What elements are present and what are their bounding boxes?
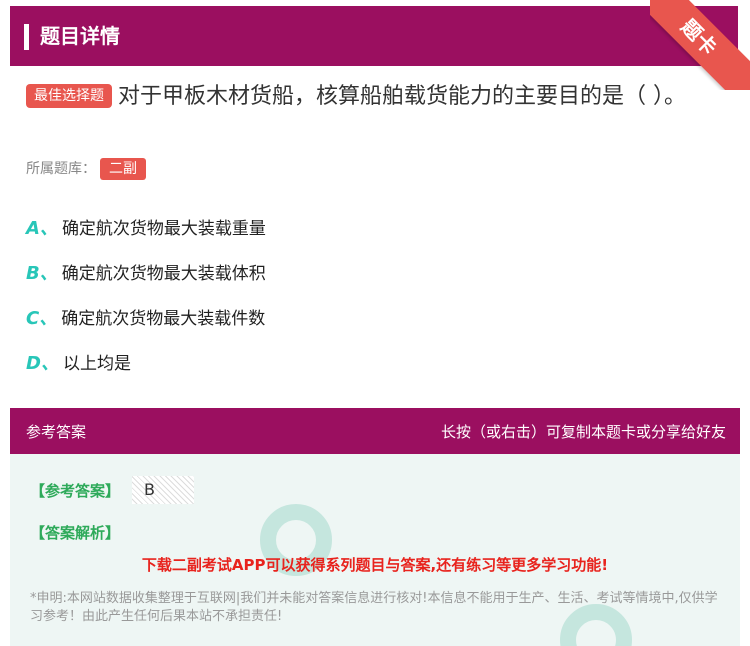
option-b[interactable]: B、 确定航次货物最大装载体积 bbox=[26, 259, 266, 285]
option-text: 确定航次货物最大装载体积 bbox=[61, 264, 266, 284]
bank-tag[interactable]: 二副 bbox=[100, 158, 146, 180]
option-text: 确定航次货物最大装载重量 bbox=[61, 219, 266, 239]
reference-answer-value: B bbox=[132, 476, 194, 504]
option-d[interactable]: D、 以上均是 bbox=[26, 349, 131, 375]
disclaimer-text: *申明:本网站数据收集整理于互联网|我们并未能对答案信息进行核对!本信息不能用于… bbox=[30, 591, 718, 624]
question-type-badge: 最佳选择题 bbox=[26, 84, 112, 108]
reference-answer-label: 【参考答案】 bbox=[30, 482, 121, 500]
answer-section-header: 参考答案 长按（或右击）可复制本题卡或分享给好友 bbox=[10, 408, 740, 454]
question-text: 对于甲板木材货船，核算船舶载货能力的主要目的是（ ）。 bbox=[118, 84, 686, 109]
answer-explanation-label: 【答案解析】 bbox=[30, 524, 121, 542]
app-download-promo[interactable]: 下载二副考试APP可以获得系列题目与答案,还有练习等更多学习功能! bbox=[10, 554, 740, 575]
answer-section-body: 【参考答案】 B 【答案解析】 下载二副考试APP可以获得系列题目与答案,还有练… bbox=[10, 454, 740, 646]
answer-section-title: 参考答案 bbox=[26, 423, 87, 441]
option-letter: B、 bbox=[26, 263, 58, 284]
share-hint: 长按（或右击）可复制本题卡或分享给好友 bbox=[440, 423, 726, 441]
option-text: 确定航次货物最大装载件数 bbox=[61, 309, 266, 329]
option-a[interactable]: A、 确定航次货物最大装载重量 bbox=[26, 214, 266, 240]
option-c[interactable]: C、 确定航次货物最大装载件数 bbox=[26, 304, 265, 330]
ribbon-corner: 题卡 bbox=[650, 0, 750, 90]
option-letter: A、 bbox=[26, 218, 58, 239]
bank-label: 所属题库： bbox=[26, 161, 96, 177]
ribbon-label: 题卡 bbox=[650, 0, 750, 90]
option-letter: D、 bbox=[26, 353, 59, 374]
option-letter: C、 bbox=[26, 308, 58, 329]
question-bank: 所属题库： 二副 bbox=[26, 158, 146, 180]
question-text-block: 最佳选择题 对于甲板木材货船，核算船舶载货能力的主要目的是（ ）。 bbox=[26, 80, 731, 114]
option-text: 以上均是 bbox=[62, 354, 131, 374]
header-accent-bar bbox=[24, 24, 29, 50]
page-header: 题目详情 bbox=[10, 6, 738, 66]
page-title: 题目详情 bbox=[40, 24, 120, 48]
